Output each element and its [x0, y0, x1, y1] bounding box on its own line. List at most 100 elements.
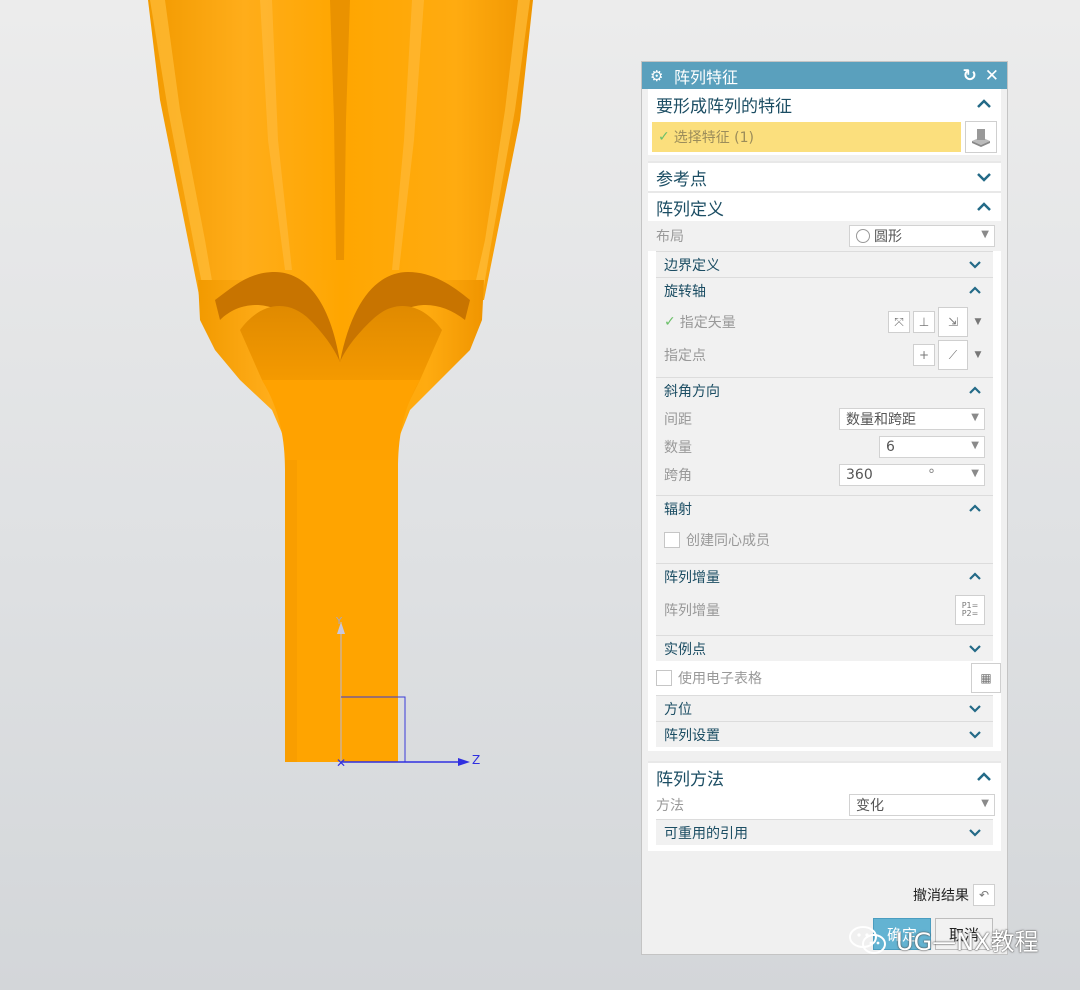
- chevron-down-icon[interactable]: [969, 260, 985, 269]
- group-features-title: 要形成阵列的特征: [656, 96, 792, 117]
- group-definition: 阵列定义 布局 圆形 ▼ 边界定义 旋转轴 ✓ 指定矢量 ⤧ ⊥ ⇲ ▼ 指定点…: [648, 191, 1001, 751]
- chevron-up-icon[interactable]: [977, 99, 993, 109]
- watermark: UG—NX教程: [848, 922, 1039, 957]
- spreadsheet-checkbox[interactable]: [656, 670, 672, 686]
- group-reference: 参考点: [648, 161, 1001, 191]
- dropdown-arrow-icon[interactable]: ▼: [971, 311, 985, 333]
- layout-dropdown[interactable]: 圆形 ▼: [849, 225, 995, 247]
- wechat-icon: [849, 925, 886, 954]
- vector-dialog-icon[interactable]: ⤧: [888, 311, 910, 333]
- model-render: ✕: [148, 0, 533, 770]
- select-feature-field[interactable]: ✓ 选择特征 (1): [652, 122, 961, 152]
- increment-icon[interactable]: P1= P2=: [955, 595, 985, 625]
- graphics-viewport[interactable]: ✕ Y Z: [0, 0, 640, 990]
- axis-label-z: Z: [472, 753, 481, 767]
- specify-vector-label: 指定矢量: [679, 315, 736, 331]
- solid-body-icon: [972, 129, 990, 147]
- undo-result-label: 撤消结果: [913, 888, 969, 904]
- circle-layout-icon: [856, 229, 870, 243]
- gear-icon: ⚙: [650, 66, 664, 85]
- chevron-down-icon[interactable]: [969, 730, 985, 739]
- chevron-up-icon[interactable]: [969, 386, 985, 395]
- chevron-up-icon[interactable]: [969, 572, 985, 581]
- spreadsheet-icon[interactable]: ▦: [971, 663, 1001, 693]
- span-angle-value: 360: [846, 467, 873, 483]
- subgroup-angle-title: 斜角方向: [664, 383, 720, 400]
- select-feature-label: 选择特征 (1): [673, 130, 755, 146]
- layout-label: 布局: [656, 229, 684, 245]
- subgroup-reuse-title: 可重用的引用: [664, 825, 748, 842]
- subgroup-increment-title: 阵列增量: [664, 569, 720, 586]
- chevron-up-icon[interactable]: [977, 772, 993, 782]
- subgroup-orientation-header[interactable]: 方位: [656, 695, 993, 721]
- group-features-header[interactable]: 要形成阵列的特征: [648, 89, 1001, 119]
- reset-icon[interactable]: ↻: [963, 66, 977, 86]
- dropdown-arrow-icon: ▼: [981, 229, 989, 240]
- chevron-down-icon[interactable]: [969, 704, 985, 713]
- group-method-header[interactable]: 阵列方法: [648, 761, 1001, 791]
- undo-icon[interactable]: ↶: [973, 884, 995, 906]
- spacing-value: 数量和跨距: [846, 412, 916, 428]
- select-feature-button[interactable]: [965, 121, 997, 153]
- group-method-title: 阵列方法: [656, 769, 724, 790]
- chevron-up-icon[interactable]: [969, 504, 985, 513]
- chevron-down-icon[interactable]: [969, 828, 985, 837]
- subgroup-angle-header[interactable]: 斜角方向: [656, 377, 993, 403]
- dropdown-arrow-icon[interactable]: ▼: [971, 344, 985, 366]
- spreadsheet-label: 使用电子表格: [678, 671, 762, 687]
- layout-value: 圆形: [874, 229, 902, 245]
- group-reference-header[interactable]: 参考点: [648, 161, 1001, 191]
- svg-text:✕: ✕: [336, 756, 346, 770]
- concentric-label: 创建同心成员: [686, 533, 770, 549]
- dialog-title: 阵列特征: [674, 67, 739, 87]
- subgroup-boundary-title: 边界定义: [664, 257, 720, 274]
- dropdown-arrow-icon: ▼: [981, 798, 989, 809]
- subgroup-settings-title: 阵列设置: [664, 727, 720, 744]
- subgroup-radiate-header[interactable]: 辐射: [656, 495, 993, 521]
- inferred-vector-icon[interactable]: ⊥: [913, 311, 935, 333]
- point-dialog-icon[interactable]: +: [913, 344, 935, 366]
- subgroup-settings-header[interactable]: 阵列设置: [656, 721, 993, 747]
- specify-point-label: 指定点: [664, 348, 706, 364]
- chevron-up-icon[interactable]: [969, 286, 985, 295]
- pattern-feature-dialog: ⚙ 阵列特征 ↻ ✕ 要形成阵列的特征 ✓ 选择特征 (1) 参考点 阵列定义 …: [641, 61, 1008, 955]
- group-definition-title: 阵列定义: [656, 199, 724, 220]
- dropdown-arrow-icon: ▼: [971, 440, 979, 451]
- subgroup-radiate-title: 辐射: [664, 501, 692, 518]
- group-features: 要形成阵列的特征 ✓ 选择特征 (1): [648, 89, 1001, 155]
- concentric-checkbox[interactable]: [664, 532, 680, 548]
- chevron-up-icon[interactable]: [977, 202, 993, 212]
- group-method: 阵列方法 方法 变化 ▼ 可重用的引用: [648, 761, 1001, 851]
- spacing-label: 间距: [664, 412, 692, 428]
- spacing-dropdown[interactable]: 数量和跨距 ▼: [839, 408, 985, 430]
- checkmark-icon: ✓: [658, 129, 670, 145]
- count-label: 数量: [664, 440, 692, 456]
- subgroup-orientation-title: 方位: [664, 701, 692, 718]
- chevron-down-icon[interactable]: [969, 644, 985, 653]
- dropdown-arrow-icon: ▼: [971, 468, 979, 479]
- subgroup-instance-header[interactable]: 实例点: [656, 635, 993, 661]
- inferred-point-icon[interactable]: ⟋: [938, 340, 968, 370]
- count-input[interactable]: 6 ▼: [879, 436, 985, 458]
- increment-label: 阵列增量: [664, 603, 720, 619]
- count-value: 6: [886, 439, 895, 455]
- subgroup-instance-title: 实例点: [664, 641, 706, 658]
- group-reference-title: 参考点: [656, 169, 707, 190]
- watermark-text: UG—NX教程: [896, 928, 1039, 956]
- group-definition-header[interactable]: 阵列定义: [648, 191, 1001, 221]
- subgroup-axis-header[interactable]: 旋转轴: [656, 277, 993, 303]
- close-icon[interactable]: ✕: [985, 66, 999, 86]
- chevron-down-icon[interactable]: [977, 172, 993, 182]
- method-dropdown[interactable]: 变化 ▼: [849, 794, 995, 816]
- subgroup-axis-title: 旋转轴: [664, 283, 706, 300]
- span-angle-input[interactable]: 360 ° ▼: [839, 464, 985, 486]
- axis-label-y: Y: [336, 616, 343, 627]
- subgroup-reuse-header[interactable]: 可重用的引用: [656, 819, 993, 845]
- dialog-titlebar[interactable]: ⚙ 阵列特征 ↻ ✕: [642, 62, 1007, 89]
- vector-direction-icon[interactable]: ⇲: [938, 307, 968, 337]
- subgroup-boundary-header[interactable]: 边界定义: [656, 251, 993, 277]
- subgroup-increment-header[interactable]: 阵列增量: [656, 563, 993, 589]
- span-angle-label: 跨角: [664, 468, 692, 484]
- method-value: 变化: [856, 798, 884, 814]
- undo-result-row: 撤消结果 ↶: [913, 884, 995, 906]
